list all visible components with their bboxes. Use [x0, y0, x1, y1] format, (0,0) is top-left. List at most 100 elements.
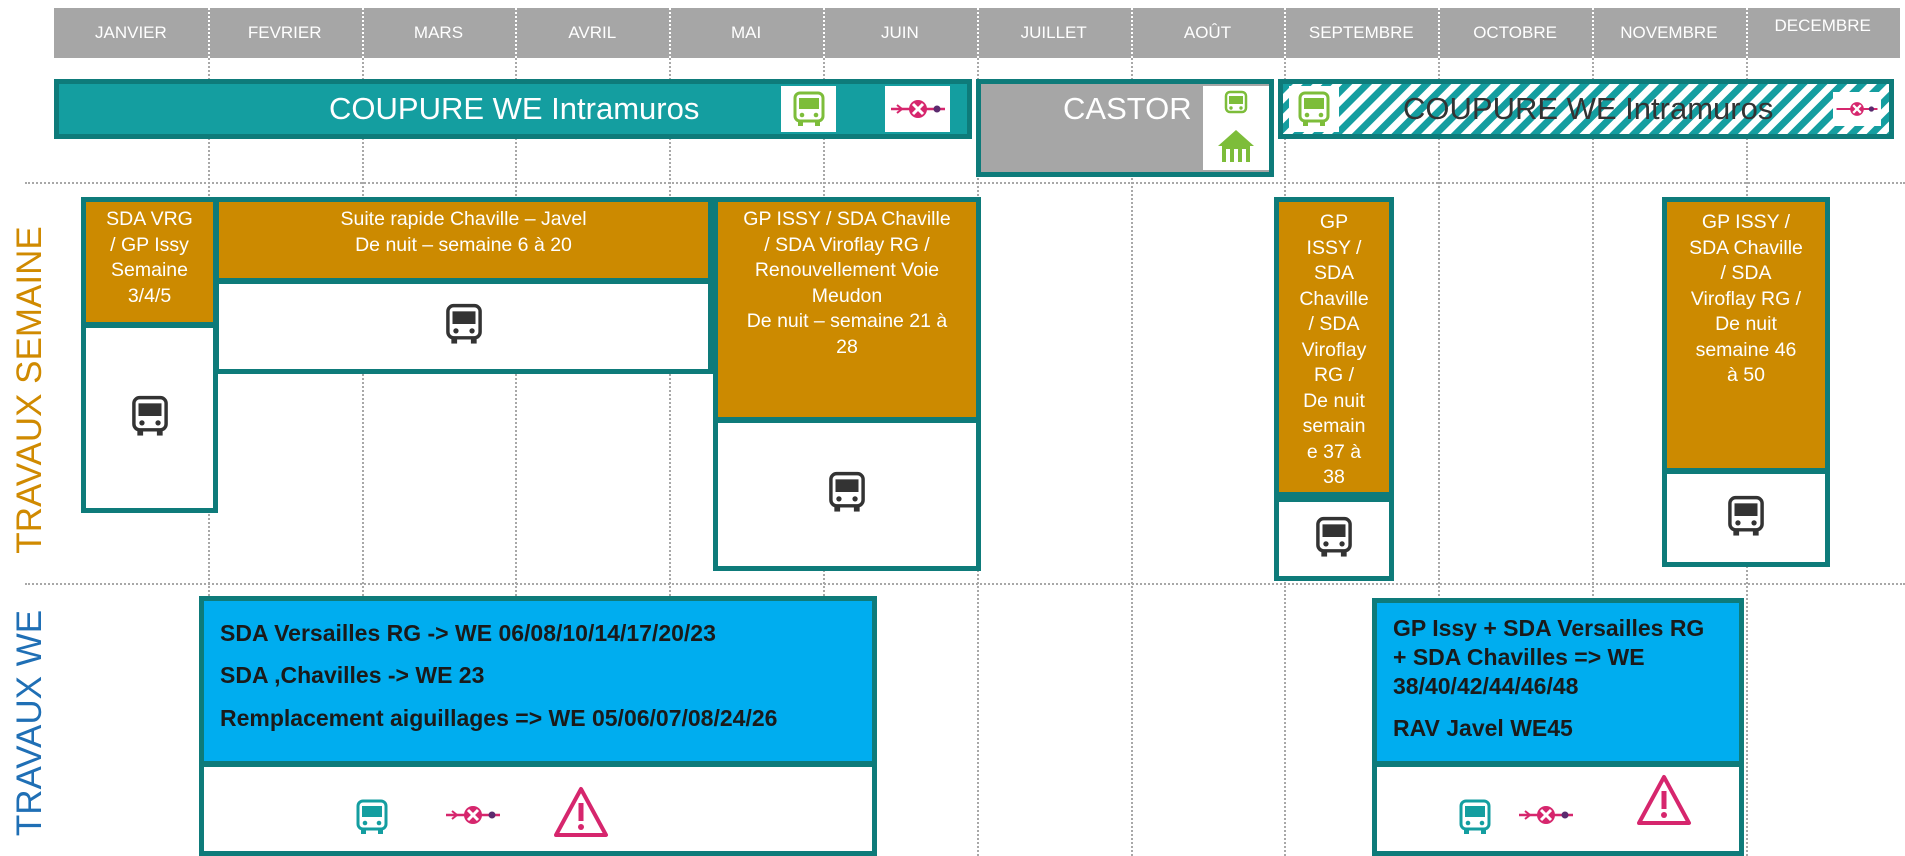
row-label-semaine: TRAVAUX SEMAINE [10, 226, 49, 554]
box-line: Suite rapide Chaville – Javel [340, 208, 587, 230]
month-separator [515, 8, 518, 58]
box-line: GP ISSY / SDA Chaville [743, 208, 951, 230]
warning-triangle-icon [552, 785, 610, 844]
train-interruption-icon [444, 803, 502, 832]
box-line: SDA [1313, 262, 1355, 284]
month-label: AVRIL [568, 23, 617, 42]
bus-icon [1311, 515, 1357, 564]
box-line: GP ISSY / [1701, 211, 1791, 233]
coupure-we-bar-left: COUPURE WE Intramuros [54, 79, 972, 139]
box-line: à 50 [1727, 364, 1765, 386]
coupure-we-label: COUPURE WE Intramuros [329, 91, 700, 126]
month-gridline [1130, 58, 1133, 856]
box-line: / SDA [1720, 262, 1772, 284]
month-label: JANVIER [95, 23, 167, 42]
month-separator [976, 8, 979, 58]
month-separator [1745, 8, 1748, 58]
bus-icon [127, 394, 173, 443]
month-label: JUIN [881, 23, 919, 42]
box-line: Chaville [1299, 287, 1369, 310]
semaine-bus-box-1 [81, 323, 218, 513]
box-line: Semaine [111, 259, 188, 281]
box-line: ISSY / [1306, 236, 1362, 259]
semaine-box-3: GP ISSY / SDA Chaville / SDA Viroflay RG… [713, 197, 981, 422]
coupure-we-label: COUPURE WE Intramuros [1403, 91, 1774, 126]
castor-label: CASTOR [1063, 91, 1192, 126]
box-line: semain [1302, 415, 1366, 437]
train-interruption-icon [1517, 803, 1575, 832]
row-divider [25, 583, 1905, 585]
box-line: SDA VRG [106, 208, 193, 230]
castor-icon-tile [1203, 86, 1269, 170]
row-label-we: TRAVAUX WE [10, 609, 49, 837]
month-label: NOVEMBRE [1620, 23, 1718, 42]
box-line: GP [1319, 211, 1349, 233]
bus-icon [441, 302, 487, 351]
we-line: + SDA Chavilles => WE [1393, 644, 1645, 670]
we-line: RAV Javel WE45 [1393, 715, 1573, 741]
month-separator [361, 8, 364, 58]
we-line: 38/40/42/44/46/48 [1393, 673, 1579, 699]
box-line: De nuit [1715, 313, 1777, 335]
coupure-we-bar-right: COUPURE WE Intramuros [1278, 79, 1894, 139]
box-line: Viroflay [1301, 338, 1367, 361]
month-label: OCTOBRE [1473, 23, 1557, 42]
box-line: RG / [1313, 364, 1355, 386]
month-label: SEPTEMBRE [1308, 23, 1414, 42]
month-separator [207, 8, 210, 58]
month-label: AOÛT [1183, 23, 1232, 42]
row-divider [25, 182, 1905, 184]
we-line: GP Issy + SDA Versailles RG [1393, 615, 1705, 641]
we-box-left: SDA Versailles RG -> WE 06/08/10/14/17/2… [199, 596, 877, 766]
we-box-right: GP Issy + SDA Versailles RG + SDA Chavil… [1372, 598, 1744, 766]
semaine-box-2: Suite rapide Chaville – Javel De nuit – … [214, 197, 713, 283]
bus-green-icon [1289, 86, 1339, 132]
bus-icon [824, 470, 870, 519]
month-label: MAI [730, 23, 762, 42]
box-line: 38 [1323, 466, 1345, 488]
semaine-box-4: GP ISSY / SDA Chaville / SDA Viroflay RG… [1274, 197, 1394, 497]
month-separator [1284, 8, 1287, 58]
we-line: SDA Versailles RG -> WE 06/08/10/14/17/2… [220, 620, 716, 646]
month-label: FEVRIER [247, 23, 322, 42]
bus-green-icon [781, 86, 836, 132]
box-line: De nuit – semaine 6 à 20 [355, 233, 572, 256]
month-separator [669, 8, 672, 58]
box-line: Renouvellement Voie [754, 259, 940, 281]
semaine-bus-box-4 [1274, 497, 1394, 581]
month-separator [1592, 8, 1594, 58]
box-line: e 37 à [1306, 440, 1362, 463]
we-line: Remplacement aiguillages => WE 05/06/07/… [220, 705, 778, 731]
semaine-bus-box-3 [713, 418, 981, 571]
semaine-box-1: SDA VRG / GP Issy Semaine 3/4/5 [81, 197, 218, 327]
month-label: DECEMBRE [1774, 16, 1871, 35]
box-line: Meudon [811, 284, 883, 307]
bus-teal-icon [1455, 797, 1495, 842]
bus-icon [1723, 494, 1769, 543]
box-line: 28 [836, 335, 858, 358]
box-line: / SDA [1308, 313, 1360, 335]
box-line: semaine 46 [1695, 338, 1797, 361]
bus-teal-icon [352, 797, 392, 842]
train-interruption-icon [885, 86, 950, 132]
box-line: De nuit [1303, 389, 1365, 412]
warning-triangle-icon [1635, 773, 1693, 832]
box-line: / SDA Viroflay RG / [764, 233, 930, 256]
we-icons-box-right [1372, 762, 1744, 856]
month-separator [823, 8, 825, 58]
month-label: JUILLET [1020, 23, 1087, 42]
bus-green-icon [1218, 90, 1254, 162]
box-line: SDA Chaville [1689, 236, 1803, 259]
we-icons-box-left [199, 762, 877, 856]
box-line: Viroflay RG / [1690, 287, 1802, 310]
we-line: SDA ,Chavilles -> WE 23 [220, 662, 485, 688]
box-line: / GP Issy [110, 233, 189, 256]
box-line: De nuit – semaine 21 à [746, 310, 948, 332]
semaine-bus-box-2 [214, 279, 713, 374]
month-label: MARS [413, 23, 464, 42]
box-line: 3/4/5 [127, 284, 172, 307]
semaine-box-5: GP ISSY / SDA Chaville / SDA Viroflay RG… [1662, 197, 1830, 473]
train-interruption-icon [1833, 92, 1881, 126]
month-separator [1438, 8, 1441, 58]
month-separator [1130, 8, 1133, 58]
